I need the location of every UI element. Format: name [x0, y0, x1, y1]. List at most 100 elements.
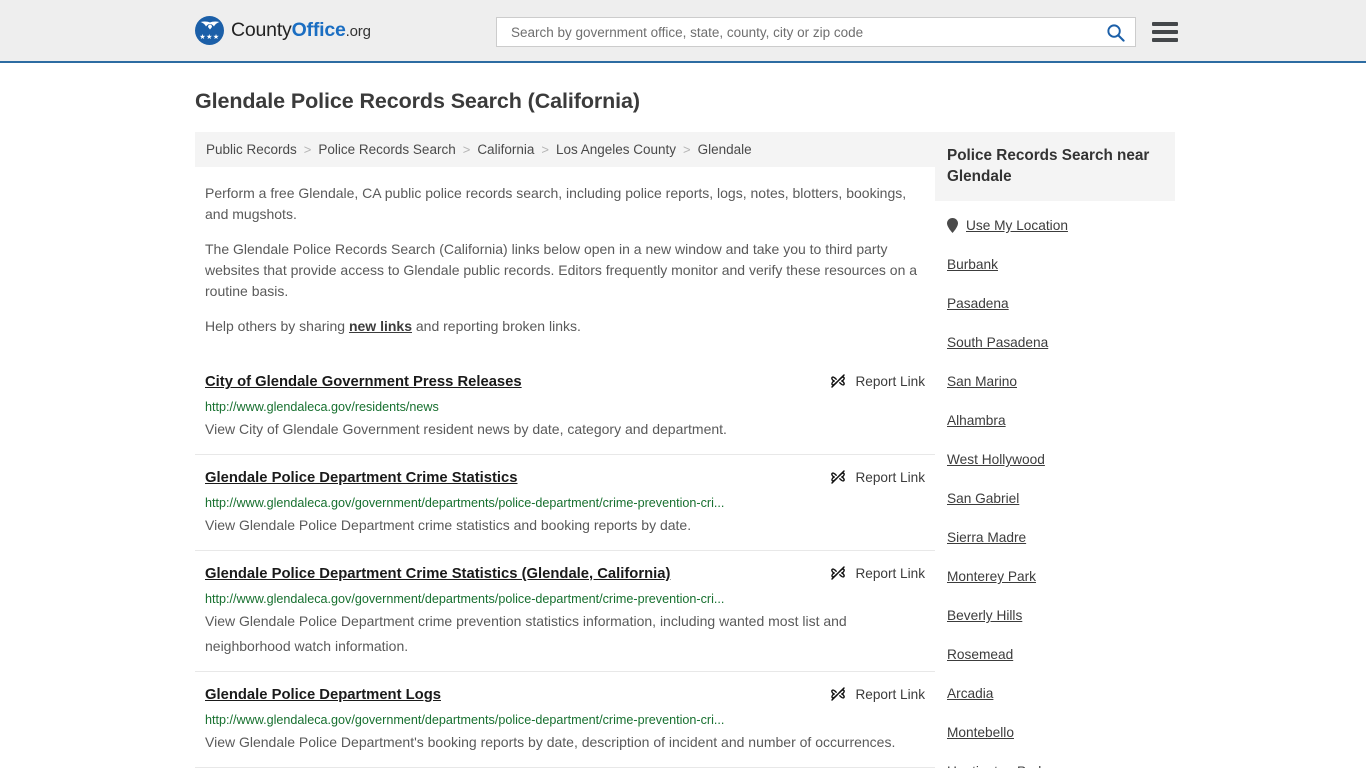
sidebar-link[interactable]: South Pasadena	[947, 335, 1048, 350]
result-item: Glendale Police Department Crime Statist…	[195, 454, 935, 550]
sidebar-link[interactable]: Huntington Park	[947, 764, 1045, 768]
hamburger-bar	[1152, 30, 1178, 34]
main-column: Public Records > Police Records Search >…	[195, 132, 935, 768]
result-item: City of Glendale Government Press Releas…	[195, 359, 935, 454]
result-url[interactable]: http://www.glendaleca.gov/government/dep…	[205, 495, 805, 511]
sidebar-link[interactable]: Pasadena	[947, 296, 1009, 311]
page-body: Glendale Police Records Search (Californ…	[0, 89, 1366, 768]
result-header: Glendale Police Department Logs Report L…	[205, 685, 925, 705]
result-title-link[interactable]: City of Glendale Government Press Releas…	[205, 372, 522, 392]
eagle-glyph	[200, 21, 219, 30]
broken-link-icon	[831, 374, 846, 388]
hamburger-bar	[1152, 38, 1178, 42]
intro-p3-before: Help others by sharing	[205, 318, 349, 334]
sidebar-item-rosemead[interactable]: Rosemead	[947, 635, 1163, 674]
map-pin-icon	[947, 218, 958, 233]
breadcrumb-separator: >	[541, 142, 549, 157]
sidebar-link[interactable]: Burbank	[947, 257, 998, 272]
breadcrumb-item-police-records-search[interactable]: Police Records Search	[318, 142, 455, 157]
breadcrumb-separator: >	[683, 142, 691, 157]
use-my-location-link[interactable]: Use My Location	[966, 217, 1068, 234]
result-description: View City of Glendale Government residen…	[205, 421, 727, 437]
sidebar-item-pasadena[interactable]: Pasadena	[947, 284, 1163, 323]
breadcrumb-item-california[interactable]: California	[477, 142, 534, 157]
sidebar-item-sierra-madre[interactable]: Sierra Madre	[947, 518, 1163, 557]
breadcrumb: Public Records > Police Records Search >…	[195, 132, 935, 167]
sidebar-link[interactable]: San Marino	[947, 374, 1017, 389]
logo-text-suffix: .org	[345, 23, 371, 40]
result-title-link[interactable]: Glendale Police Department Crime Statist…	[205, 468, 517, 488]
result-url[interactable]: http://www.glendaleca.gov/government/dep…	[205, 591, 805, 607]
sidebar-item-south-pasadena[interactable]: South Pasadena	[947, 323, 1163, 362]
hamburger-bar	[1152, 22, 1178, 26]
sidebar-link[interactable]: Alhambra	[947, 413, 1006, 428]
result-url[interactable]: http://www.glendaleca.gov/government/dep…	[205, 712, 805, 728]
sidebar-item-montebello[interactable]: Montebello	[947, 713, 1163, 752]
search-button[interactable]	[1104, 23, 1127, 42]
report-link-button[interactable]: Report Link	[830, 373, 925, 389]
sidebar-link[interactable]: Monterey Park	[947, 569, 1036, 584]
sidebar-item-alhambra[interactable]: Alhambra	[947, 401, 1163, 440]
sidebar-item-burbank[interactable]: Burbank	[947, 245, 1163, 284]
eagle-seal-icon: ★★★	[195, 16, 224, 45]
sidebar-item-west-hollywood[interactable]: West Hollywood	[947, 440, 1163, 479]
sidebar-item-arcadia[interactable]: Arcadia	[947, 674, 1163, 713]
broken-link-icon	[831, 470, 846, 484]
intro-text: Perform a free Glendale, CA public polic…	[195, 183, 935, 337]
search-box[interactable]	[496, 17, 1136, 47]
search-input[interactable]	[509, 23, 1104, 41]
sidebar-list: Use My Location Burbank Pasadena South P…	[935, 201, 1175, 768]
sidebar-item-beverly-hills[interactable]: Beverly Hills	[947, 596, 1163, 635]
sidebar-item-huntington-park[interactable]: Huntington Park	[947, 752, 1163, 768]
intro-p3-after: and reporting broken links.	[412, 318, 581, 334]
breadcrumb-item-public-records[interactable]: Public Records	[206, 142, 297, 157]
report-link-button[interactable]: Report Link	[830, 686, 925, 702]
sidebar-link[interactable]: Arcadia	[947, 686, 993, 701]
sidebar-heading: Police Records Search near Glendale	[935, 132, 1175, 201]
intro-paragraph-3: Help others by sharing new links and rep…	[195, 316, 935, 337]
report-link-label: Report Link	[855, 565, 925, 581]
sidebar-item-use-my-location[interactable]: Use My Location	[947, 201, 1163, 245]
result-description: View Glendale Police Department crime pr…	[205, 613, 847, 654]
intro-paragraph-1: Perform a free Glendale, CA public polic…	[205, 185, 907, 222]
sidebar-item-san-gabriel[interactable]: San Gabriel	[947, 479, 1163, 518]
logo-text-bold: Office	[291, 19, 346, 41]
sidebar-link[interactable]: Rosemead	[947, 647, 1013, 662]
result-header: Glendale Police Department Crime Statist…	[205, 468, 925, 488]
report-link-button[interactable]: Report Link	[830, 565, 925, 581]
result-item: Glendale Police Department Crime Statist…	[195, 550, 935, 671]
sidebar-link[interactable]: Sierra Madre	[947, 530, 1026, 545]
result-header: Glendale Police Department Crime Statist…	[205, 564, 925, 584]
page-title: Glendale Police Records Search (Californ…	[195, 89, 640, 113]
search-icon	[1107, 23, 1125, 42]
sidebar-link[interactable]: Beverly Hills	[947, 608, 1022, 623]
sidebar-item-monterey-park[interactable]: Monterey Park	[947, 557, 1163, 596]
result-header: City of Glendale Government Press Releas…	[205, 372, 925, 392]
site-logo[interactable]: ★★★ CountyOffice.org	[195, 16, 371, 45]
hamburger-menu-icon[interactable]	[1152, 22, 1178, 42]
logo-text-prefix: County	[231, 19, 292, 41]
breadcrumb-item-los-angeles-county[interactable]: Los Angeles County	[556, 142, 676, 157]
result-description: View Glendale Police Department's bookin…	[205, 734, 896, 750]
sidebar-link[interactable]: San Gabriel	[947, 491, 1019, 506]
sidebar-link[interactable]: Montebello	[947, 725, 1014, 740]
result-url[interactable]: http://www.glendaleca.gov/residents/news	[205, 399, 805, 415]
broken-link-icon	[831, 687, 846, 701]
result-title-link[interactable]: Glendale Police Department Logs	[205, 685, 441, 705]
breadcrumb-item-glendale[interactable]: Glendale	[698, 142, 752, 157]
site-header: ★★★ CountyOffice.org	[0, 0, 1366, 63]
new-links-link[interactable]: new links	[349, 318, 412, 334]
sidebar-item-san-marino[interactable]: San Marino	[947, 362, 1163, 401]
header-search-area	[496, 17, 1178, 47]
sidebar-link[interactable]: West Hollywood	[947, 452, 1045, 467]
logo-text: CountyOffice.org	[231, 19, 371, 42]
content-columns: Public Records > Police Records Search >…	[195, 132, 1366, 768]
sidebar: Police Records Search near Glendale Use …	[935, 132, 1175, 768]
report-link-label: Report Link	[855, 686, 925, 702]
report-link-button[interactable]: Report Link	[830, 469, 925, 485]
breadcrumb-separator: >	[462, 142, 471, 157]
result-title-link[interactable]: Glendale Police Department Crime Statist…	[205, 564, 670, 584]
breadcrumb-separator: >	[303, 142, 312, 157]
intro-paragraph-2: The Glendale Police Records Search (Cali…	[205, 241, 918, 299]
logo-stars: ★★★	[199, 33, 220, 41]
